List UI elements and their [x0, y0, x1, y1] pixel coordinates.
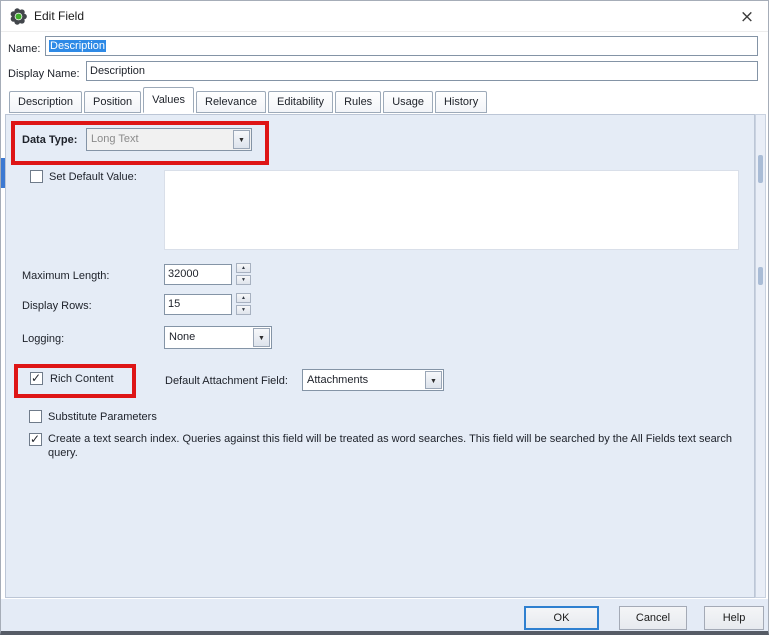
maximum-length-input[interactable]: 32000 — [164, 264, 232, 285]
maximum-length-spinner: ▲ ▼ — [236, 263, 251, 287]
chevron-down-icon: ▼ — [425, 371, 442, 389]
chevron-down-icon: ▼ — [253, 328, 270, 347]
logging-value: None — [169, 331, 195, 343]
logging-dropdown[interactable]: None ▼ — [164, 326, 272, 349]
title-bar: Edit Field × — [1, 1, 768, 32]
set-default-value-label: Set Default Value: — [49, 171, 137, 183]
close-icon[interactable]: × — [734, 4, 760, 30]
display-rows-label: Display Rows: — [22, 300, 92, 312]
rich-content-label: Rich Content — [50, 373, 114, 385]
tab-rules[interactable]: Rules — [335, 91, 381, 113]
scrollbar[interactable] — [755, 114, 766, 598]
app-pinwheel-icon — [9, 7, 28, 26]
text-search-index-label: Create a text search index. Queries agai… — [48, 432, 750, 460]
tab-history[interactable]: History — [435, 91, 487, 113]
values-tab-panel: Data Type: Long Text ▼ Set Default Value… — [5, 114, 755, 598]
spin-up-icon[interactable]: ▲ — [236, 293, 251, 303]
dialog-title: Edit Field — [34, 1, 84, 31]
edit-field-dialog: Edit Field × Name: Description Display N… — [0, 0, 769, 635]
display-name-input[interactable]: Description — [86, 61, 758, 81]
ok-button[interactable]: OK — [524, 606, 599, 630]
default-attachment-field-dropdown[interactable]: Attachments ▼ — [302, 369, 444, 391]
tab-values[interactable]: Values — [143, 87, 194, 113]
logging-label: Logging: — [22, 333, 64, 345]
scrollbar-thumb[interactable] — [758, 155, 763, 183]
rich-content-checkbox[interactable] — [30, 372, 43, 385]
chevron-down-icon: ▼ — [233, 130, 250, 149]
text-search-index-checkbox[interactable] — [29, 433, 42, 446]
tab-strip: Description Position Values Relevance Ed… — [9, 90, 489, 113]
name-input[interactable]: Description — [45, 36, 758, 56]
scrollbar-thumb[interactable] — [758, 267, 763, 285]
data-type-dropdown: Long Text ▼ — [86, 128, 252, 151]
left-edge-artifact — [1, 158, 5, 188]
name-label: Name: — [8, 43, 40, 55]
button-bar: OK Cancel Help — [1, 599, 768, 631]
display-rows-spinner: ▲ ▼ — [236, 293, 251, 317]
substitute-parameters-checkbox[interactable] — [29, 410, 42, 423]
default-value-textarea[interactable] — [164, 170, 739, 250]
default-attachment-field-value: Attachments — [307, 374, 368, 386]
data-type-label: Data Type: — [22, 134, 77, 146]
tab-editability[interactable]: Editability — [268, 91, 333, 113]
default-attachment-field-label: Default Attachment Field: — [165, 375, 288, 387]
substitute-parameters-label: Substitute Parameters — [48, 411, 157, 423]
spin-up-icon[interactable]: ▲ — [236, 263, 251, 273]
name-input-selected-text: Description — [49, 40, 106, 52]
help-button[interactable]: Help — [704, 606, 764, 630]
display-rows-input[interactable]: 15 — [164, 294, 232, 315]
spin-down-icon[interactable]: ▼ — [236, 275, 251, 285]
tab-position[interactable]: Position — [84, 91, 141, 113]
tab-usage[interactable]: Usage — [383, 91, 433, 113]
maximum-length-label: Maximum Length: — [22, 270, 109, 282]
data-type-value: Long Text — [91, 133, 139, 145]
tab-description[interactable]: Description — [9, 91, 82, 113]
display-name-label: Display Name: — [8, 68, 80, 80]
tab-relevance[interactable]: Relevance — [196, 91, 266, 113]
spin-down-icon[interactable]: ▼ — [236, 305, 251, 315]
set-default-value-checkbox[interactable] — [30, 170, 43, 183]
cancel-button[interactable]: Cancel — [619, 606, 687, 630]
